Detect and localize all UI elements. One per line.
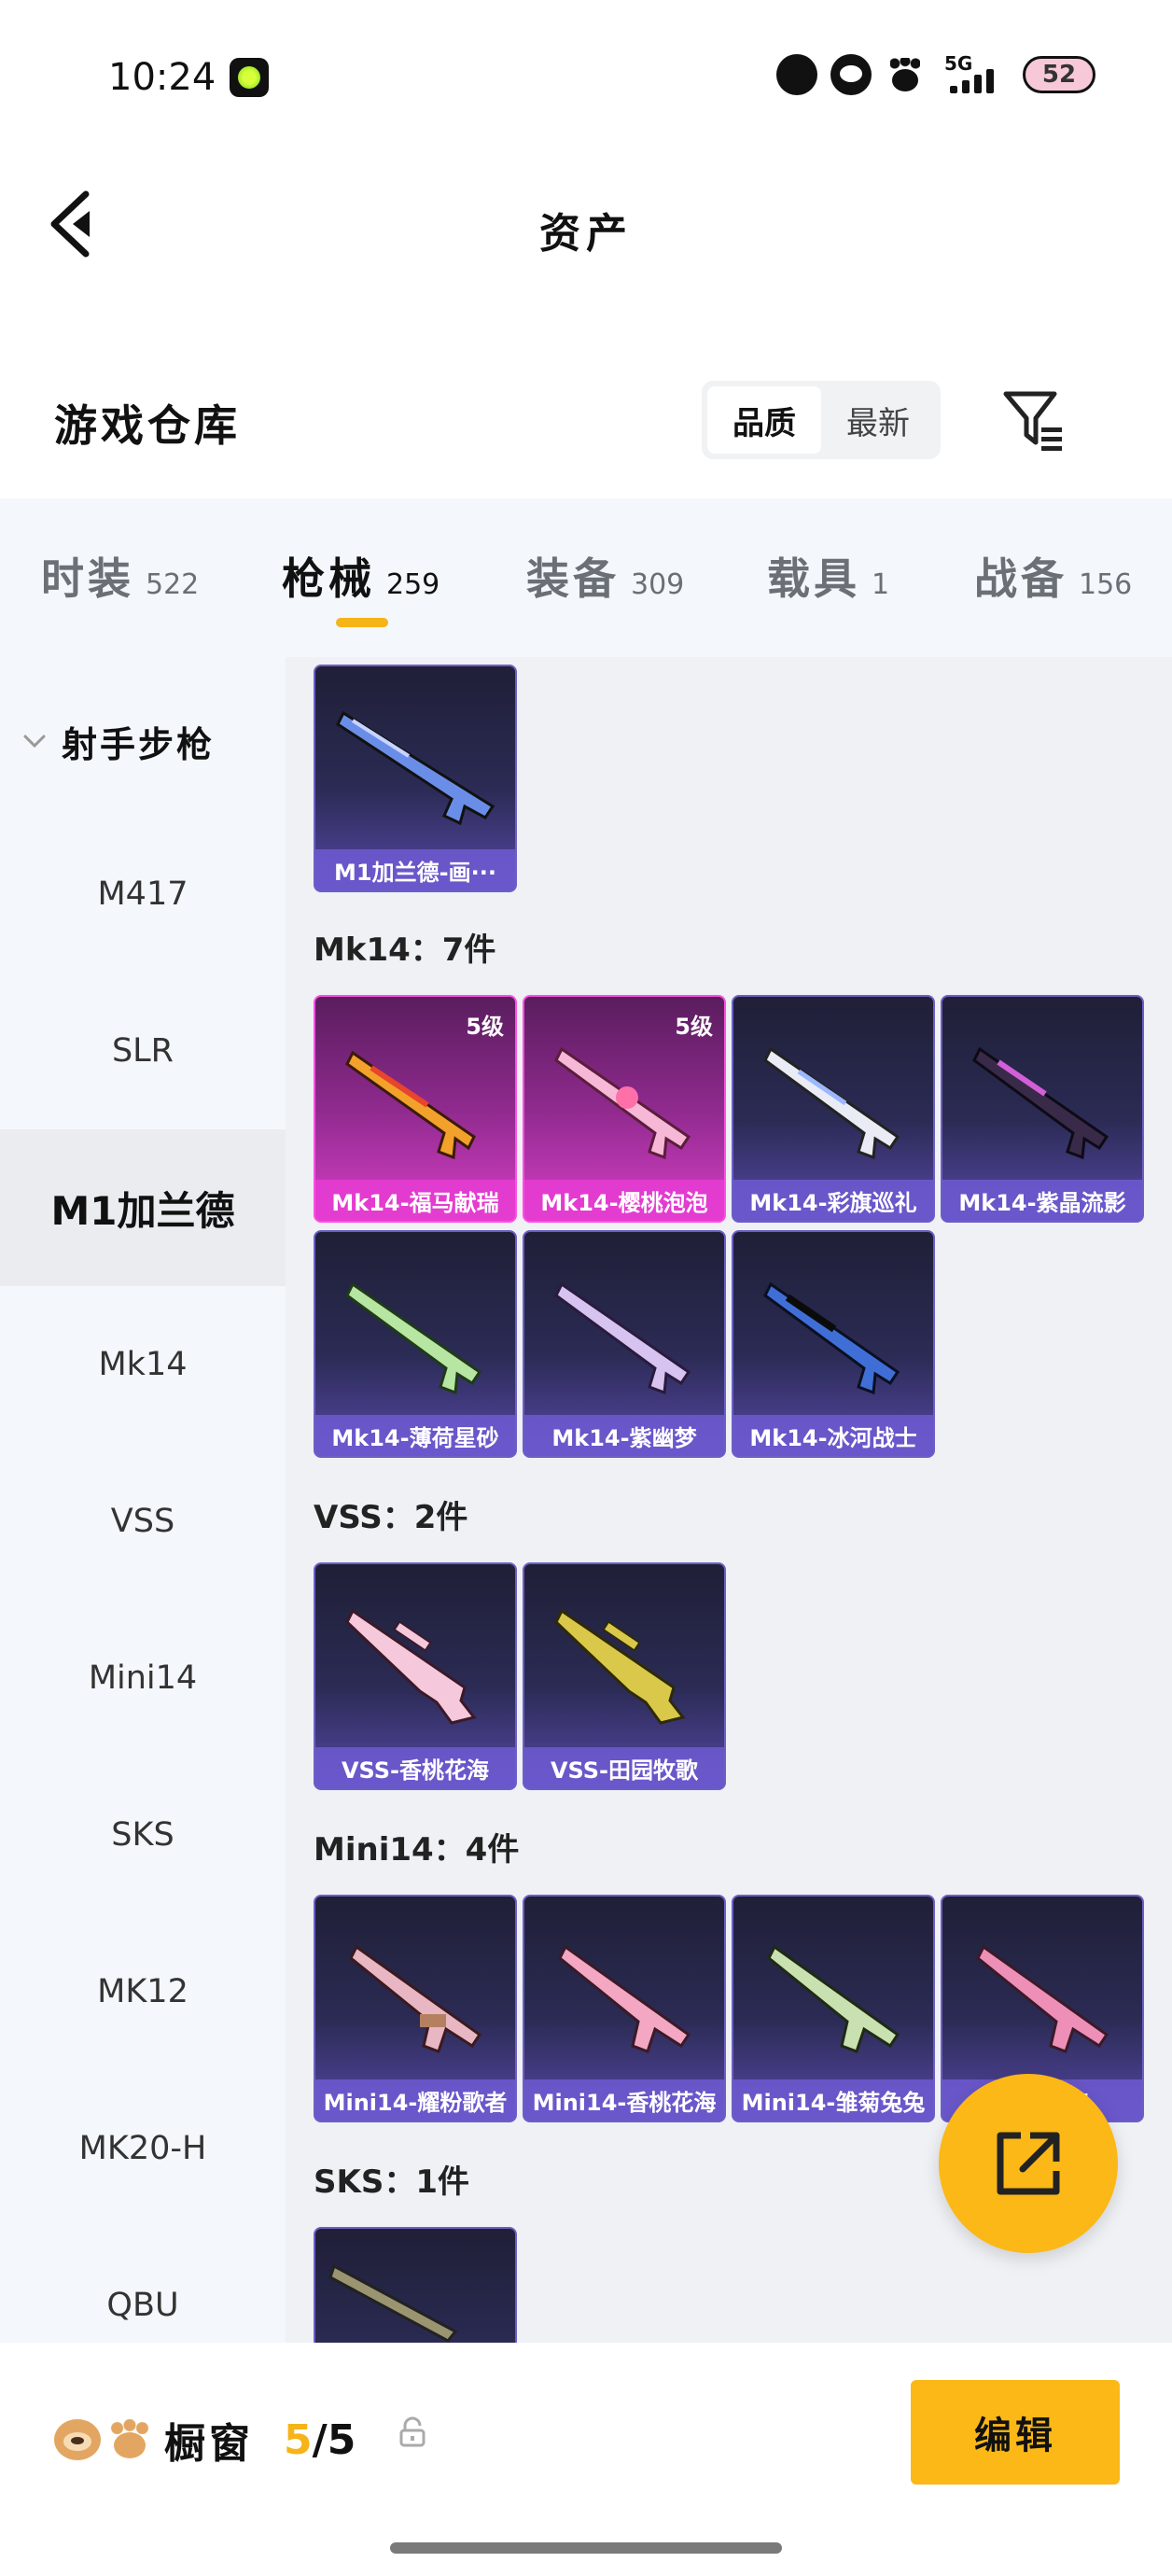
tab-fashion[interactable]: 时装 522: [41, 545, 199, 607]
gun-image: [554, 1046, 691, 1160]
share-icon: [997, 2132, 1060, 2195]
tab-guns[interactable]: 枪械 259: [282, 545, 440, 607]
item-name: Mk14-冰河战士: [733, 1415, 933, 1456]
item-card[interactable]: VSS-田园牧歌: [523, 1562, 726, 1790]
item-card[interactable]: Mk14-彩旗巡礼: [732, 995, 935, 1223]
edit-button[interactable]: 编辑: [911, 2380, 1120, 2485]
header: 资产: [0, 159, 1172, 289]
item-name: Mk14-紫晶流影: [942, 1180, 1142, 1221]
item-name: Mini14-雏菊兔兔: [733, 2079, 933, 2121]
paw-icon: [108, 2419, 151, 2460]
gun-image: [554, 1608, 686, 1725]
bear-icon: [54, 2419, 101, 2460]
gun-image: [336, 710, 495, 826]
section-label-mini14: Mini14：4件: [314, 1831, 520, 1869]
item-name: Mk14-福马献瑞: [315, 1180, 515, 1221]
section-label-vss: VSS：2件: [314, 1499, 468, 1536]
item-name: Mk14-紫幽梦: [524, 1415, 724, 1456]
gun-image: [349, 1944, 482, 2053]
active-tab-indicator: [336, 618, 388, 627]
sidebar-item-sks[interactable]: SKS: [0, 1757, 286, 1913]
section-label-sks: SKS：1件: [314, 2163, 469, 2201]
item-card[interactable]: Mini14-耀粉歌者: [314, 1895, 517, 2122]
gun-image: [345, 1608, 477, 1725]
status-bar: 10:24 5G 52: [0, 0, 1172, 159]
gun-image: [558, 1944, 691, 2053]
filter-button[interactable]: [1000, 386, 1066, 452]
status-time: 10:24: [108, 56, 216, 99]
item-name: M1加兰德-画···: [315, 849, 515, 890]
item-name: Mk14-薄荷星砂: [315, 1415, 515, 1456]
item-name: VSS-香桃花海: [315, 1747, 515, 1788]
sort-quality-option[interactable]: 品质: [707, 386, 821, 454]
bear-face-icon: [830, 54, 872, 95]
item-card[interactable]: 5级 Mk14-樱桃泡泡: [523, 995, 726, 1223]
home-indicator[interactable]: [390, 2542, 782, 2554]
gun-image: [328, 2263, 458, 2343]
chevron-down-icon: [23, 735, 46, 749]
gun-image: [763, 1046, 900, 1160]
bottom-bar: 橱窗 5/5 编辑: [0, 2343, 1172, 2576]
sidebar-item-m1-garand[interactable]: M1加兰德: [0, 1129, 286, 1286]
warehouse-title: 游戏仓库: [54, 400, 241, 451]
battery-indicator: 52: [1023, 56, 1095, 93]
status-icons: 5G 52: [776, 52, 1095, 95]
item-card[interactable]: Mini14-雏菊兔兔: [732, 1895, 935, 2122]
showcase-count: 5/5: [284, 2415, 356, 2464]
sidebar-item-slr[interactable]: SLR: [0, 973, 286, 1129]
item-name: Mk14-彩旗巡礼: [733, 1180, 933, 1221]
section-label-mk14: Mk14：7件: [314, 931, 496, 969]
item-name: Mini14-香桃花海: [524, 2079, 724, 2121]
signal-icon: 5G: [939, 52, 1010, 95]
category-tabs: 时装 522 枪械 259 装备 309 载具 1 战备 156: [0, 498, 1172, 657]
item-card[interactable]: VSS-香桃花海: [314, 1562, 517, 1790]
item-card[interactable]: Mini14-香桃花海: [523, 1895, 726, 2122]
item-name: Mk14-樱桃泡泡: [524, 1180, 724, 1221]
sidebar-item-vss[interactable]: VSS: [0, 1443, 286, 1600]
tab-equipment[interactable]: 装备 309: [526, 545, 684, 607]
item-card[interactable]: Mk14-薄荷星砂: [314, 1230, 517, 1458]
gun-image: [554, 1281, 691, 1395]
item-name: VSS-田园牧歌: [524, 1747, 724, 1788]
showcase-label: 橱窗: [164, 2420, 254, 2468]
item-card[interactable]: M1加兰德-画···: [314, 665, 517, 892]
lock-icon[interactable]: [396, 2415, 429, 2449]
app-badge-icon: [776, 54, 817, 95]
gun-image: [972, 1046, 1109, 1160]
sidebar: 射手步枪 M417 SLR M1加兰德 Mk14 VSS Mini14 SKS …: [0, 657, 286, 2343]
sort-toggle: 品质 最新: [702, 381, 941, 459]
share-button[interactable]: [939, 2074, 1118, 2253]
sort-newest-option[interactable]: 最新: [821, 386, 935, 454]
gun-image: [345, 1281, 482, 1395]
item-card[interactable]: 5级 Mk14-福马献瑞: [314, 995, 517, 1223]
sidebar-item-m417[interactable]: M417: [0, 816, 286, 973]
sidebar-group-marksman-rifle[interactable]: 射手步枪: [0, 694, 286, 788]
item-card[interactable]: [314, 2227, 517, 2343]
paw-status-icon: [885, 54, 926, 95]
app-notification-icon: [230, 58, 269, 97]
tab-vehicles[interactable]: 载具 1: [767, 545, 889, 607]
tab-supplies[interactable]: 战备 156: [974, 545, 1132, 607]
item-card[interactable]: Mk14-紫幽梦: [523, 1230, 726, 1458]
sidebar-item-mk14[interactable]: Mk14: [0, 1286, 286, 1443]
showcase-info: 橱窗 5/5: [54, 2410, 356, 2470]
sidebar-item-mk12[interactable]: MK12: [0, 1913, 286, 2070]
page-title: 资产: [539, 210, 633, 258]
gun-image: [763, 1281, 900, 1395]
filter-icon: [1003, 391, 1062, 451]
item-name: Mini14-耀粉歌者: [315, 2079, 515, 2121]
item-card[interactable]: Mk14-紫晶流影: [941, 995, 1144, 1223]
sidebar-item-qbu[interactable]: QBU: [0, 2227, 286, 2343]
gun-image: [976, 1944, 1109, 2053]
sidebar-item-mk20h[interactable]: MK20-H: [0, 2070, 286, 2227]
gun-image: [767, 1944, 900, 2053]
item-card[interactable]: Mk14-冰河战士: [732, 1230, 935, 1458]
sidebar-item-mini14[interactable]: Mini14: [0, 1600, 286, 1757]
gun-image: [345, 1050, 476, 1160]
